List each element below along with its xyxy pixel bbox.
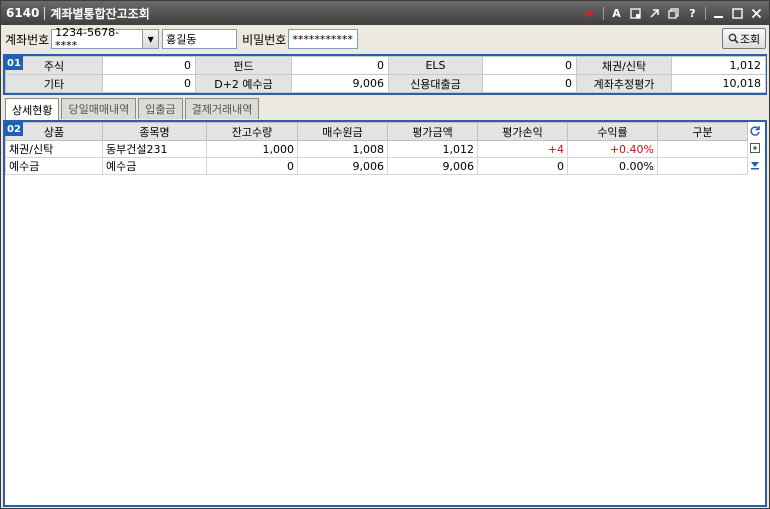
query-button-label: 조회 (739, 32, 761, 46)
toolbar-divider (705, 6, 706, 20)
summary-value: 0 (291, 56, 389, 75)
window-title: 계좌별통합잔고조회 (50, 6, 150, 21)
cell-return-rate: 0.00% (567, 157, 658, 175)
link-icon[interactable] (646, 5, 663, 22)
password-label: 비밀번호 (242, 32, 287, 47)
title-bar-controls: ▶ A ? (582, 1, 765, 25)
account-bar: 계좌번호 1234-5678-**** ▼ 홍길동 비밀번호 *********… (1, 26, 769, 52)
cell-return-rate: +0.40% (567, 140, 658, 158)
summary-value: 1,012 (671, 56, 766, 75)
tab-bar: 상세현황 당일매매내역 입출금 결제거래내역 (5, 98, 261, 120)
summary-label: 기타 (5, 74, 103, 93)
summary-label: 펀드 (195, 56, 292, 75)
detail-panel: 상품 종목명 잔고수량 매수원금 평가금액 평가손익 수익률 구분 채권/신탁 … (3, 120, 767, 507)
export-icon[interactable] (747, 141, 762, 155)
query-button[interactable]: 조회 (722, 28, 766, 49)
tab-deposit-withdrawal[interactable]: 입출금 (138, 98, 183, 119)
account-label: 계좌번호 (5, 32, 50, 47)
scroll-bottom-icon[interactable] (747, 158, 762, 172)
toolbar-divider (603, 6, 604, 20)
chevron-down-icon[interactable]: ▼ (143, 29, 160, 49)
column-header[interactable]: 평가금액 (387, 122, 478, 141)
account-combo[interactable]: 1234-5678-**** ▼ (51, 26, 160, 52)
column-header[interactable]: 잔고수량 (206, 122, 298, 141)
summary-value: 0 (102, 74, 196, 93)
main-window: 6140 계좌별통합잔고조회 ▶ A ? 계좌번호 1234-5678-****… (0, 0, 770, 509)
cell-principal: 1,008 (297, 140, 388, 158)
summary-label: ELS (388, 56, 483, 75)
cell-product: 예수금 (5, 157, 103, 175)
summary-label: 계좌추정평가 (576, 74, 672, 93)
password-field[interactable]: *********** (288, 29, 359, 49)
title-bar[interactable]: 6140 계좌별통합잔고조회 ▶ A ? (1, 1, 769, 25)
cell-quantity: 0 (206, 157, 298, 175)
cell-pnl: +4 (477, 140, 568, 158)
column-header[interactable]: 수익률 (567, 122, 658, 141)
cell-item-name: 예수금 (102, 157, 207, 175)
summary-label: 채권/신탁 (576, 56, 672, 75)
maximize-icon[interactable] (729, 5, 746, 22)
summary-label: D+2 예수금 (195, 74, 292, 93)
summary-value: 10,018 (671, 74, 766, 93)
column-header[interactable]: 평가손익 (477, 122, 568, 141)
cell-pnl: 0 (477, 157, 568, 175)
summary-row: 기타 0 D+2 예수금 9,006 신용대출금 0 계좌추정평가 10,018 (5, 74, 766, 93)
table-row[interactable]: 채권/신탁 동부건설231 1,000 1,008 1,012 +4 +0.40… (5, 140, 748, 158)
summary-value: 0 (482, 56, 577, 75)
side-tools (747, 124, 763, 172)
summary-panel: 주식 0 펀드 0 ELS 0 채권/신탁 1,012 기타 0 D+2 예수금… (3, 54, 767, 95)
account-number-field[interactable]: 1234-5678-**** (51, 26, 144, 52)
restore-icon[interactable] (665, 5, 682, 22)
cell-principal: 9,006 (297, 157, 388, 175)
column-header[interactable]: 구분 (657, 122, 748, 141)
summary-value: 0 (482, 74, 577, 93)
minimize-icon[interactable] (710, 5, 727, 22)
cell-category (657, 157, 748, 175)
search-icon (728, 33, 739, 44)
refresh-icon[interactable] (747, 124, 762, 138)
screen-code: 6140 (6, 6, 40, 20)
account-holder-name: 홍길동 (162, 29, 238, 49)
table-header-row: 상품 종목명 잔고수량 매수원금 평가금액 평가손익 수익률 구분 (5, 122, 748, 141)
tab-today-trades[interactable]: 당일매매내역 (61, 98, 137, 119)
tab-detail-status[interactable]: 상세현황 (5, 98, 60, 120)
table-row[interactable]: 예수금 예수금 0 9,006 9,006 0 0.00% (5, 157, 748, 175)
column-header[interactable]: 매수원금 (297, 122, 388, 141)
close-icon[interactable] (748, 5, 765, 22)
section-badge: 02 (5, 122, 23, 136)
cell-category (657, 140, 748, 158)
summary-table: 주식 0 펀드 0 ELS 0 채권/신탁 1,012 기타 0 D+2 예수금… (5, 56, 766, 93)
section-badge: 01 (5, 56, 23, 70)
cell-product: 채권/신탁 (5, 140, 103, 158)
holdings-table: 상품 종목명 잔고수량 매수원금 평가금액 평가손익 수익률 구분 채권/신탁 … (5, 122, 748, 175)
red-triangle-icon[interactable]: ▶ (582, 5, 599, 22)
help-icon[interactable]: ? (684, 5, 701, 22)
cell-valuation: 9,006 (387, 157, 478, 175)
title-divider (44, 6, 46, 20)
font-icon[interactable]: A (608, 5, 625, 22)
capture-icon[interactable] (627, 5, 644, 22)
summary-value: 0 (102, 56, 196, 75)
summary-label: 신용대출금 (388, 74, 483, 93)
cell-item-name: 동부건설231 (102, 140, 207, 158)
summary-row: 주식 0 펀드 0 ELS 0 채권/신탁 1,012 (5, 56, 766, 75)
summary-value: 9,006 (291, 74, 389, 93)
cell-valuation: 1,012 (387, 140, 478, 158)
cell-quantity: 1,000 (206, 140, 298, 158)
tab-settlement-history[interactable]: 결제거래내역 (184, 98, 260, 119)
column-header[interactable]: 종목명 (102, 122, 207, 141)
